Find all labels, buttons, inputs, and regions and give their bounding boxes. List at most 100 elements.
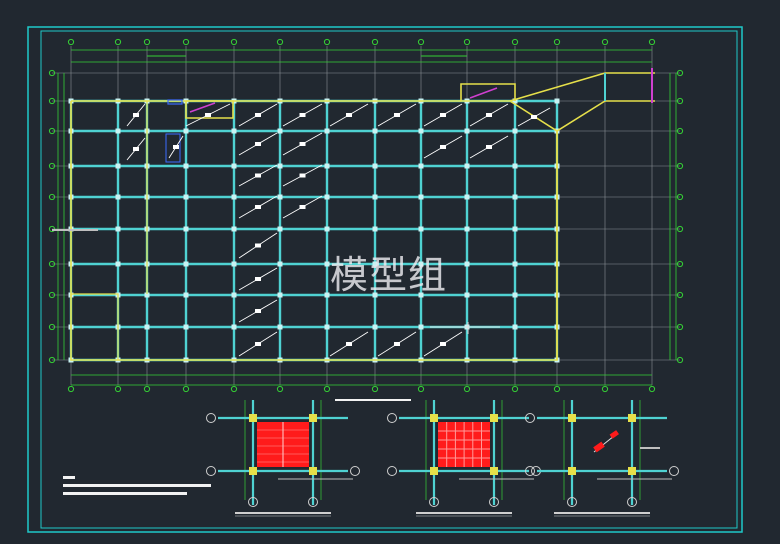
column (512, 292, 518, 298)
axis-bubble-icon (114, 38, 122, 46)
axis-bubble-icon (323, 385, 331, 393)
column (324, 163, 330, 169)
column (372, 128, 378, 134)
axis-bubble-icon (143, 385, 151, 393)
brace-symbol-icon (255, 205, 261, 209)
column (231, 292, 237, 298)
axis-bubble-icon (463, 385, 471, 393)
detail-column (430, 414, 438, 422)
column (372, 324, 378, 330)
axis-bubble-icon (276, 38, 284, 46)
axis-bubble-icon (601, 385, 609, 393)
brace-symbol-icon (255, 309, 261, 313)
brace-symbol-icon (255, 342, 261, 346)
axis-bubble-icon (323, 38, 331, 46)
detail-column (309, 414, 317, 422)
column (277, 163, 283, 169)
column (183, 128, 189, 134)
column (231, 128, 237, 134)
brace-symbol-icon (486, 145, 492, 149)
axis-bubble-icon (511, 38, 519, 46)
column (231, 324, 237, 330)
column (277, 261, 283, 267)
column (464, 128, 470, 134)
axis-bubble-icon (387, 413, 397, 423)
detail-column (430, 467, 438, 475)
column (512, 226, 518, 232)
column (277, 194, 283, 200)
brace-symbol-icon (394, 342, 400, 346)
axis-bubble-icon (417, 38, 425, 46)
column (418, 128, 424, 134)
brace-symbol-icon (133, 113, 139, 117)
axis-bubble-icon (463, 38, 471, 46)
column (324, 292, 330, 298)
section-detail-detail-c (525, 400, 679, 517)
ramp-edge (556, 100, 606, 132)
brace-symbol-icon (440, 342, 446, 346)
axis-bubble-icon (67, 38, 75, 46)
ramp-edge (509, 72, 606, 102)
axis-bubble-icon (601, 38, 609, 46)
axis-bubble-icon (206, 413, 216, 423)
column (372, 194, 378, 200)
axis-bubble-icon (67, 385, 75, 393)
magenta-brace (469, 87, 498, 99)
slab-boundary (70, 83, 558, 361)
axis-bubble-icon (553, 38, 561, 46)
section-details (206, 400, 679, 517)
column (512, 128, 518, 134)
brace-symbol-icon (255, 243, 261, 248)
section-detail-detail-a (206, 400, 360, 517)
detail-column (490, 414, 498, 422)
brace-symbol-icon (255, 142, 261, 146)
column (372, 226, 378, 232)
brace-symbol-icon (440, 113, 446, 117)
column (115, 261, 121, 267)
axis-bubble-icon (182, 38, 190, 46)
axis-bubble-icon (230, 38, 238, 46)
column (464, 163, 470, 169)
watermark-text: 模型组 (330, 253, 448, 297)
axis-bubble-icon (417, 385, 425, 393)
rebar-area (609, 430, 619, 439)
axis-bubble-icon (143, 38, 151, 46)
brace-symbol-icon (346, 113, 352, 117)
magenta-brace (189, 102, 216, 113)
column (115, 226, 121, 232)
column (324, 324, 330, 330)
column (183, 163, 189, 169)
axis-bubble-icon (669, 466, 679, 476)
axis-bubble-icon (648, 385, 656, 393)
column (183, 226, 189, 232)
brace-symbol-icon (299, 113, 306, 117)
column (372, 163, 378, 169)
detail-column (490, 467, 498, 475)
column (115, 194, 121, 200)
column (512, 261, 518, 267)
axis-bubble-icon (371, 38, 379, 46)
column (183, 292, 189, 298)
detail-column (249, 414, 257, 422)
note-bar-mid (63, 492, 187, 495)
axis-bubble-icon (511, 385, 519, 393)
detail-column (249, 467, 257, 475)
column (277, 128, 283, 134)
column (418, 226, 424, 232)
column (324, 261, 330, 267)
column (418, 194, 424, 200)
brace-symbol-icon (173, 145, 179, 149)
column (231, 226, 237, 232)
axis-bubble-icon (387, 466, 397, 476)
detail-column (628, 467, 636, 475)
axis-bubble-icon (276, 385, 284, 393)
column (464, 261, 470, 267)
brace-symbol-icon (486, 113, 492, 117)
brace-symbol-icon (394, 113, 400, 117)
column (277, 324, 283, 330)
detail-column (628, 414, 636, 422)
axis-bubble-icon (350, 466, 360, 476)
column (464, 194, 470, 200)
brace-symbol-icon (531, 115, 537, 119)
section-detail-detail-b (387, 400, 541, 517)
